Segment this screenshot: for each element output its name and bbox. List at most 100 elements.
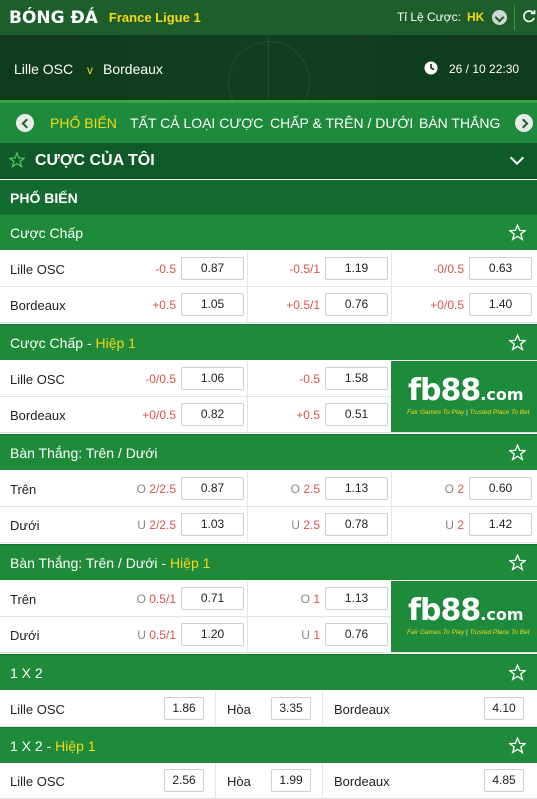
chevron-down-icon[interactable]: [509, 150, 525, 166]
tabs-scroll-right-icon[interactable]: [515, 114, 533, 132]
my-bets-bar[interactable]: CƯỢC CỦA TÔI: [0, 143, 537, 179]
favorite-star-icon[interactable]: [509, 334, 526, 351]
total-line: O 0.5/1: [136, 592, 176, 606]
odds-button[interactable]: 1.05: [181, 293, 244, 316]
team-name: Lille OSC: [10, 372, 65, 387]
handicap-line: -0.5/1: [289, 262, 320, 276]
odds-button[interactable]: 0.60: [469, 477, 532, 500]
odds-button[interactable]: 1.06: [181, 367, 244, 390]
tab-goals[interactable]: BÀN THẮNG: [419, 115, 500, 131]
outcome-name: Trên: [10, 482, 37, 497]
market-header-1x2[interactable]: 1 X 2: [0, 654, 537, 690]
fb88-logo: fb88.com: [408, 373, 524, 408]
market-header-over-under[interactable]: Bàn Thắng: Trên / Dưới: [0, 434, 537, 470]
market-header-handicap[interactable]: Cược Chấp: [0, 214, 537, 250]
fb88-ad-banner[interactable]: fb88.com Fair Games To Play | Trusted Pl…: [391, 361, 537, 432]
odds-button[interactable]: 0.76: [325, 293, 388, 316]
column-divider: [247, 361, 248, 397]
team-name: Bordeaux: [334, 774, 390, 789]
team-name: Bordeaux: [334, 702, 390, 717]
star-icon: [9, 152, 25, 168]
market-header-over-under-first-half[interactable]: Bàn Thắng: Trên / Dưới - Hiệp 1: [0, 544, 537, 580]
favorite-star-icon[interactable]: [509, 554, 526, 571]
odds-button[interactable]: 4.10: [484, 697, 524, 720]
odds-button[interactable]: 2.56: [164, 769, 204, 792]
odds-button[interactable]: 1.58: [325, 367, 388, 390]
market-tabs: PHỔ BIẾN TẤT CẢ LOẠI CƯỢC CHẤP & TRÊN / …: [0, 103, 537, 143]
odds-button[interactable]: 1.40: [469, 293, 532, 316]
column-divider: [247, 397, 248, 433]
market-title: 1 X 2 - Hiệp 1: [10, 738, 96, 754]
tab-popular[interactable]: PHỔ BIẾN: [50, 115, 117, 131]
odds-format-value[interactable]: HK: [467, 10, 484, 24]
handicap-line: -0/0.5: [145, 372, 176, 386]
handicap-line: -0/0.5: [433, 262, 464, 276]
table-row: Lille OSC -0.5 0.87 -0.5/1 1.19 -0/0.5 0…: [0, 251, 537, 287]
favorite-star-icon[interactable]: [509, 224, 526, 241]
fb88-ad-banner[interactable]: fb88.com Fair Games To Play | Trusted Pl…: [391, 581, 537, 652]
league-name[interactable]: France Ligue 1: [109, 10, 201, 25]
odds-button[interactable]: 1.20: [181, 623, 244, 646]
odds-button[interactable]: 1.99: [271, 769, 311, 792]
favorite-star-icon[interactable]: [509, 444, 526, 461]
odds-button[interactable]: 1.19: [325, 257, 388, 280]
odds-button[interactable]: 1.86: [164, 697, 204, 720]
total-line: O 2: [444, 482, 464, 496]
kickoff-time: 26 / 10 22:30: [449, 62, 520, 76]
handicap-line: +0.5: [152, 298, 176, 312]
period-label: Hiệp 1: [55, 738, 96, 754]
team-name: Bordeaux: [10, 298, 66, 313]
home-team-name: Lille OSC: [14, 61, 74, 77]
odds-button[interactable]: 1.03: [181, 513, 244, 536]
column-divider: [247, 471, 248, 507]
handicap-line: +0.5/1: [286, 298, 320, 312]
market-title: Cược Chấp: [10, 225, 84, 241]
odds-format-dropdown-icon[interactable]: [492, 10, 507, 25]
draw-label: Hòa: [227, 774, 251, 789]
column-divider: [247, 287, 248, 323]
fb88-logo: fb88.com: [408, 593, 524, 628]
odds-button[interactable]: 3.35: [271, 697, 311, 720]
popular-label: PHỔ BIẾN: [10, 190, 78, 206]
tab-handicap-over-under[interactable]: CHẤP & TRÊN / DƯỚI: [270, 115, 413, 131]
odds-format-label: Tỉ Lệ Cược:: [397, 10, 461, 24]
odds-button[interactable]: 0.51: [325, 403, 388, 426]
column-divider: [391, 471, 392, 507]
odds-button[interactable]: 1.13: [325, 587, 388, 610]
team-name: Lille OSC: [10, 262, 65, 277]
odds-button[interactable]: 4.85: [484, 769, 524, 792]
period-label: Hiệp 1: [95, 335, 136, 351]
handicap-line: +0.5: [296, 408, 320, 422]
team-name: Lille OSC: [10, 774, 65, 789]
column-divider: [247, 617, 248, 653]
tab-all-bets[interactable]: TẤT CẢ LOẠI CƯỢC: [130, 115, 263, 131]
tabs-scroll-left-icon[interactable]: [16, 114, 34, 132]
market-header-handicap-first-half[interactable]: Cược Chấp - Hiệp 1: [0, 324, 537, 360]
odds-button[interactable]: 0.87: [181, 477, 244, 500]
odds-button[interactable]: 0.63: [469, 257, 532, 280]
table-row: Lille OSC 2.56 Hòa 1.99 Bordeaux 4.85: [0, 763, 537, 799]
refresh-icon[interactable]: [522, 9, 536, 24]
total-line: U 2.5: [291, 518, 320, 532]
column-divider: [247, 581, 248, 617]
column-divider: [247, 251, 248, 287]
favorite-star-icon[interactable]: [509, 737, 526, 754]
odds-button[interactable]: 0.76: [325, 623, 388, 646]
odds-button[interactable]: 1.13: [325, 477, 388, 500]
outcome-name: Dưới: [10, 518, 40, 533]
total-line: U 2: [445, 518, 464, 532]
outcome-name: Dưới: [10, 628, 40, 643]
odds-button[interactable]: 0.82: [181, 403, 244, 426]
handicap-line: +0/0.5: [430, 298, 464, 312]
odds-button[interactable]: 0.71: [181, 587, 244, 610]
total-line: O 1: [300, 592, 320, 606]
odds-button[interactable]: 1.42: [469, 513, 532, 536]
market-title: Cược Chấp - Hiệp 1: [10, 335, 136, 351]
market-title: Bàn Thắng: Trên / Dưới - Hiệp 1: [10, 555, 211, 571]
odds-button[interactable]: 0.78: [325, 513, 388, 536]
sport-title: BÓNG ĐÁ: [9, 7, 98, 28]
total-line: U 0.5/1: [137, 628, 176, 642]
favorite-star-icon[interactable]: [509, 664, 526, 681]
market-header-1x2-first-half[interactable]: 1 X 2 - Hiệp 1: [0, 727, 537, 763]
odds-button[interactable]: 0.87: [181, 257, 244, 280]
